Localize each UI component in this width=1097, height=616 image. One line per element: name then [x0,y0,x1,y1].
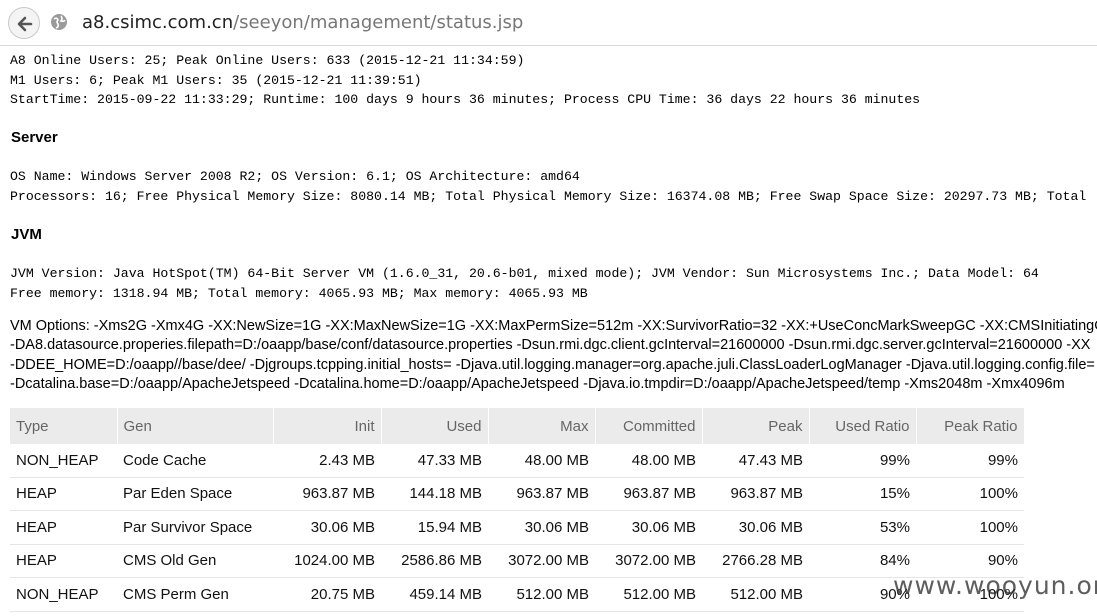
cell-max: 512.00 MB [488,577,595,612]
column-header-peak: Peak [702,408,810,444]
back-arrow-icon [17,16,33,32]
column-header-used-ratio: Used Ratio [809,408,917,444]
os-info-line: OS Name: Windows Server 2008 R2; OS Vers… [10,169,580,184]
cell-type: NON_HEAP [10,577,117,612]
cell-peak-ratio: 100% [916,477,1024,511]
memory-pool-table: Type Gen Init Used Max Committed Peak Us… [10,408,1025,612]
column-header-committed: Committed [595,408,703,444]
jvm-heading: JVM [11,226,42,243]
address-bar[interactable]: a8.csimc.com.cn/seeyon/management/status… [82,11,523,35]
cell-max: 48.00 MB [488,444,595,478]
cell-max: 3072.00 MB [488,544,595,578]
jvm-memory-line: Free memory: 1318.94 MB; Total memory: 4… [10,285,588,301]
cell-type: NON_HEAP [10,444,117,478]
url-path: /seeyon/management/status.jsp [233,12,524,33]
cell-peak: 963.87 MB [702,477,809,511]
table-header-row: Type Gen Init Used Max Committed Peak Us… [10,408,1025,444]
table-row: HEAP Par Survivor Space 30.06 MB 15.94 M… [10,510,1024,545]
vm-options: VM Options: -Xms2G -Xmx4G -XX:NewSize=1G… [10,317,1097,394]
globe-icon [51,14,67,30]
vm-options-line: -DA8.datasource.properies.filepath=D:/oa… [10,337,1091,354]
table-row: NON_HEAP Code Cache 2.43 MB 47.33 MB 48.… [10,444,1024,478]
cell-peak: 30.06 MB [702,510,809,545]
table-row: NON_HEAP CMS Perm Gen 20.75 MB 459.14 MB… [10,577,1024,612]
m1-users-line: M1 Users: 6; Peak M1 Users: 35 (2015-12-… [10,72,422,88]
cell-committed: 512.00 MB [595,577,702,612]
cell-init: 2.43 MB [273,444,381,478]
cell-peak: 512.00 MB [702,577,809,612]
cell-peak-ratio: 100% [916,510,1024,545]
vm-options-line: VM Options: -Xms2G -Xmx4G -XX:NewSize=1G… [10,318,1097,334]
column-header-gen: Gen [117,408,274,444]
cell-type: HEAP [10,477,117,511]
cell-committed: 3072.00 MB [595,544,702,578]
cell-used: 15.94 MB [381,510,488,545]
watermark: www.wooyun.org [893,571,1097,600]
runtime-line: StartTime: 2015-09-22 11:33:29; Runtime:… [10,92,921,107]
cell-peak: 47.43 MB [702,444,809,478]
cell-used: 144.18 MB [381,477,488,511]
vm-options-line: -Dcatalina.base=D:/oaapp/ApacheJetspeed … [10,375,1065,392]
cell-used-ratio: 53% [809,510,916,545]
url-host: a8.csimc.com.cn [82,12,234,33]
jvm-version-line: JVM Version: Java HotSpot(TM) 64-Bit Ser… [10,266,1039,281]
cell-used-ratio: 99% [809,444,916,478]
column-header-max: Max [488,408,596,444]
cell-init: 30.06 MB [273,510,381,545]
cell-used: 459.14 MB [381,577,488,612]
cell-peak-ratio: 99% [916,444,1024,478]
cell-committed: 48.00 MB [595,444,702,478]
table-row: HEAP CMS Old Gen 1024.00 MB 2586.86 MB 3… [10,544,1024,578]
back-button[interactable] [8,7,40,39]
column-header-init: Init [273,408,382,444]
browser-toolbar: a8.csimc.com.cn/seeyon/management/status… [0,0,1097,46]
cell-type: HEAP [10,510,117,545]
column-header-used: Used [381,408,489,444]
page-content: A8 Online Users: 25; Peak Online Users: … [0,46,1097,616]
cell-used: 47.33 MB [381,444,488,478]
cell-max: 30.06 MB [488,510,595,545]
cell-used-ratio: 15% [809,477,916,511]
cell-gen: CMS Old Gen [117,544,273,578]
online-users-line: A8 Online Users: 25; Peak Online Users: … [10,53,525,68]
column-header-type: Type [10,408,118,444]
cell-init: 1024.00 MB [273,544,381,578]
cell-committed: 963.87 MB [595,477,702,511]
cell-type: HEAP [10,544,117,578]
server-heading: Server [11,129,58,146]
cell-max: 963.87 MB [488,477,595,511]
column-header-peak-ratio: Peak Ratio [916,408,1025,444]
vm-options-line: -DDEE_HOME=D:/oaapp//base/dee/ -Djgroups… [10,356,1095,373]
cell-committed: 30.06 MB [595,510,702,545]
cell-gen: CMS Perm Gen [117,577,273,612]
cell-peak: 2766.28 MB [702,544,809,578]
cell-gen: Par Eden Space [117,477,273,511]
cell-gen: Par Survivor Space [117,510,273,545]
processors-line: Processors: 16; Free Physical Memory Siz… [10,188,1087,204]
cell-used: 2586.86 MB [381,544,488,578]
cell-init: 20.75 MB [273,577,381,612]
cell-gen: Code Cache [117,444,273,478]
table-row: HEAP Par Eden Space 963.87 MB 144.18 MB … [10,477,1024,511]
cell-init: 963.87 MB [273,477,381,511]
